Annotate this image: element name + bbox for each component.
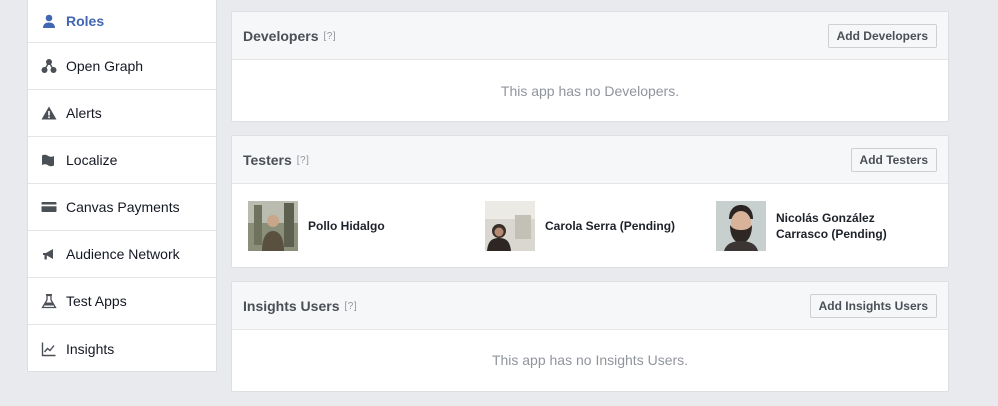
testers-help-link[interactable]: [?] <box>297 155 310 166</box>
add-testers-button[interactable]: Add Testers <box>850 148 937 172</box>
tester-item[interactable]: Pollo Hidalgo <box>248 201 385 251</box>
sidebar-item-label: Canvas Payments <box>66 199 180 215</box>
developers-title: Developers <box>243 27 319 44</box>
tester-name[interactable]: Nicolás González Carrasco (Pending) <box>776 210 906 242</box>
sidebar-item-label: Test Apps <box>66 293 127 309</box>
sidebar-item-insights[interactable]: Insights <box>28 325 216 372</box>
testers-list: Pollo Hidalgo Carola Serra (Pending) Nic… <box>232 184 948 268</box>
tester-name[interactable]: Carola Serra (Pending) <box>545 218 675 234</box>
add-developers-button[interactable]: Add Developers <box>827 24 937 48</box>
sidebar-item-roles[interactable]: Roles <box>28 0 216 43</box>
testers-header: Testers [?] Add Testers <box>232 136 948 184</box>
sidebar-item-label: Open Graph <box>66 58 144 74</box>
megaphone-icon <box>41 246 57 262</box>
warning-icon <box>41 105 57 121</box>
avatar <box>485 201 535 251</box>
sidebar-item-canvas-payments[interactable]: Canvas Payments <box>28 184 216 231</box>
insights-users-title: Insights Users <box>243 297 340 314</box>
sidebar-item-alerts[interactable]: Alerts <box>28 90 216 137</box>
credit-card-icon <box>41 199 57 215</box>
line-chart-icon <box>41 341 57 357</box>
testers-panel: Testers [?] Add Testers Pollo Hidalgo Ca… <box>231 135 949 268</box>
sidebar-item-open-graph[interactable]: Open Graph <box>28 43 216 90</box>
sidebar-item-label: Audience Network <box>66 246 180 262</box>
add-insights-users-button[interactable]: Add Insights Users <box>809 294 937 318</box>
settings-sidebar: Roles Open Graph Alerts Localize Canvas … <box>27 0 217 372</box>
insights-users-help-link[interactable]: [?] <box>344 301 357 312</box>
tester-item[interactable]: Carola Serra (Pending) <box>485 201 675 251</box>
developers-panel: Developers [?] Add Developers This app h… <box>231 11 949 122</box>
sidebar-item-test-apps[interactable]: Test Apps <box>28 278 216 325</box>
graph-nodes-icon <box>41 58 57 74</box>
avatar <box>716 201 766 251</box>
developers-header: Developers [?] Add Developers <box>232 12 948 60</box>
person-icon <box>41 13 57 29</box>
flag-icon <box>41 152 57 168</box>
tester-item[interactable]: Nicolás González Carrasco (Pending) <box>716 201 906 251</box>
developers-empty-message: This app has no Developers. <box>500 83 680 99</box>
tester-name[interactable]: Pollo Hidalgo <box>308 218 385 234</box>
insights-users-panel: Insights Users [?] Add Insights Users Th… <box>231 281 949 392</box>
sidebar-item-label: Insights <box>66 340 115 357</box>
insights-users-empty-message: This app has no Insights Users. <box>491 352 689 368</box>
sidebar-item-label: Alerts <box>66 105 102 121</box>
developers-help-link[interactable]: [?] <box>323 31 336 42</box>
avatar <box>248 201 298 251</box>
insights-users-header: Insights Users [?] Add Insights Users <box>232 282 948 330</box>
flask-icon <box>41 293 57 309</box>
testers-title: Testers <box>243 151 292 168</box>
sidebar-item-label: Localize <box>66 152 118 168</box>
sidebar-item-audience-network[interactable]: Audience Network <box>28 231 216 278</box>
sidebar-item-localize[interactable]: Localize <box>28 137 216 184</box>
sidebar-item-label: Roles <box>66 13 105 29</box>
